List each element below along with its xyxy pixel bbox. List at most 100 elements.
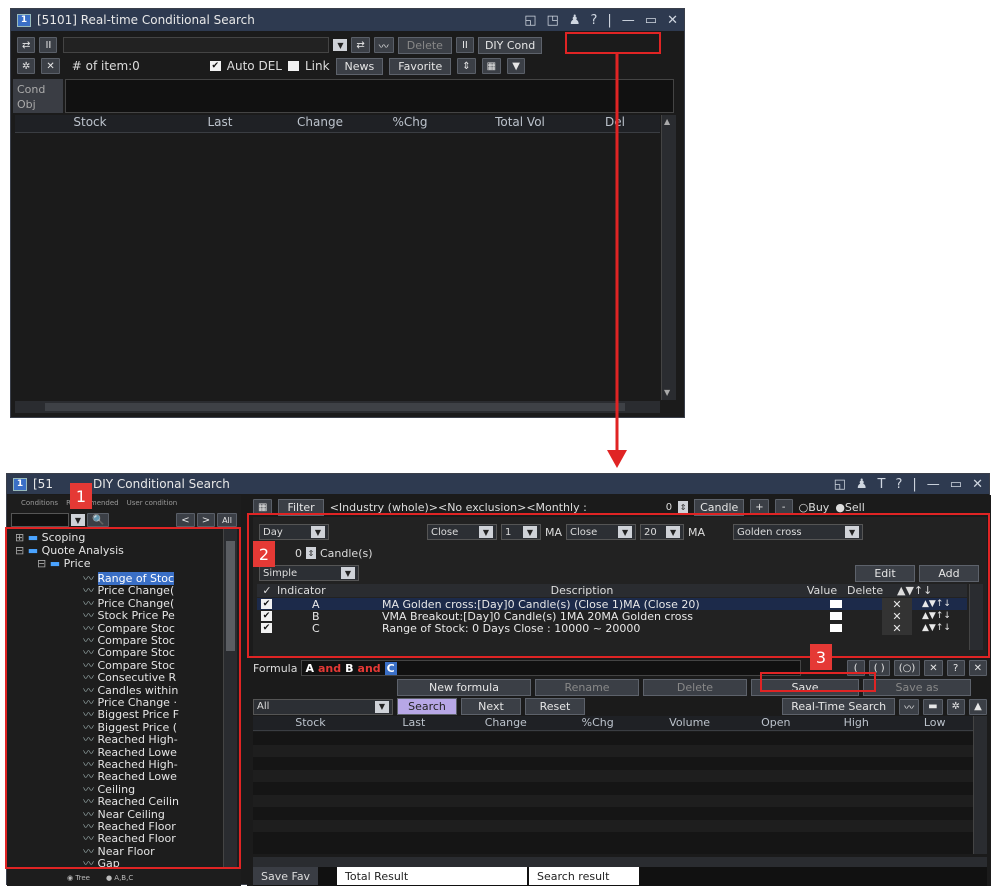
minimize2-icon[interactable]: —	[927, 477, 940, 492]
help2-icon[interactable]: ?	[896, 477, 903, 492]
rcol-stock[interactable]: Stock	[253, 716, 368, 730]
formula-close-button[interactable]: ✕	[968, 660, 987, 676]
chevron-down-icon[interactable]: ▼	[333, 39, 348, 51]
radio-abc[interactable]: ● A,B,C	[106, 874, 133, 882]
vertical-scrollbar[interactable]: ▲ ▼	[661, 115, 676, 400]
rcol-high[interactable]: High	[816, 716, 896, 730]
scope-arrow-icon: ▼	[375, 700, 389, 713]
tab-search-result[interactable]: Search result	[529, 867, 639, 885]
maximize-icon[interactable]: ▭	[645, 13, 657, 28]
collapse-icon[interactable]: ▲	[969, 698, 987, 715]
tab-save-fav[interactable]: Save Fav	[253, 867, 319, 885]
col-change[interactable]: Change	[275, 115, 365, 132]
delete-formula-button[interactable]: Delete	[643, 679, 747, 696]
swap-icon[interactable]: ⇄	[17, 37, 36, 53]
badge-1: 1	[70, 483, 92, 509]
save-as-button[interactable]: Save as	[863, 679, 971, 696]
col-last[interactable]: Last	[165, 115, 275, 132]
prev-button[interactable]: <	[176, 513, 195, 527]
close2-icon[interactable]: ✕	[972, 477, 983, 492]
reset-button[interactable]: Reset	[525, 698, 585, 715]
diy-cond-button[interactable]: DIY Cond	[477, 36, 543, 54]
hscroll-thumb[interactable]	[45, 403, 625, 411]
rcol-low[interactable]: Low	[896, 716, 973, 730]
scope-select[interactable]: All ▼	[253, 698, 393, 715]
formula-help-button[interactable]: ?	[946, 660, 965, 676]
tile-icon[interactable]: ◳	[547, 13, 559, 28]
result-scrollbar[interactable]	[973, 716, 987, 854]
radio-buy[interactable]: ○Buy	[799, 501, 830, 514]
paren-circle-button[interactable]: (○)	[893, 660, 921, 676]
left-dropdown-icon[interactable]: ▼	[71, 514, 85, 526]
grid-icon[interactable]: ▬	[923, 698, 943, 715]
chart-icon[interactable]: 〰	[373, 37, 394, 53]
chart2-icon[interactable]: 〰	[899, 698, 920, 715]
rcol-open[interactable]: Open	[736, 716, 816, 730]
title-bar: 1 [5101] Real-time Conditional Search ◱ …	[11, 9, 684, 31]
favorite-button[interactable]: Favorite	[389, 57, 452, 75]
radio-tree[interactable]: ◉ Tree	[67, 874, 90, 882]
pin-icon[interactable]: ♟	[569, 13, 581, 28]
gear-icon[interactable]: ✲	[17, 58, 36, 74]
minimize-icon[interactable]: —	[622, 13, 635, 28]
realtime-search-window: 1 [5101] Real-time Conditional Search ◱ …	[10, 8, 685, 418]
col-stock[interactable]: Stock	[15, 115, 165, 132]
next-result-button[interactable]: Next	[461, 698, 521, 715]
window-title-suffix: DIY Conditional Search	[92, 477, 230, 491]
filter-summary: <Industry (whole)><No exclusion><Monthly…	[329, 500, 587, 514]
link-checkbox[interactable]	[287, 61, 299, 71]
pin2-icon[interactable]: ♟	[856, 477, 868, 492]
clear-icon[interactable]: ✕	[41, 58, 60, 74]
rcol-pchg[interactable]: %Chg	[552, 716, 644, 730]
formula-input[interactable]: A and B and C	[301, 660, 802, 676]
layout-icon[interactable]: ▦	[481, 58, 502, 74]
result-hscrollbar[interactable]	[253, 857, 987, 867]
search-button[interactable]: Search	[397, 698, 457, 715]
autodel-checkbox[interactable]: ✔	[209, 61, 221, 71]
restore2-icon[interactable]: ◱	[834, 477, 846, 492]
new-formula-button[interactable]: New formula	[397, 679, 531, 696]
menu-arrow-icon[interactable]: ▼	[507, 58, 526, 74]
delete-button[interactable]: Delete	[397, 36, 452, 54]
window-number-2: 1	[13, 477, 27, 491]
cond-obj-field[interactable]	[65, 79, 674, 113]
bottom-tabs: Save Fav Total Result Search result	[253, 867, 987, 886]
highlight-params-panel	[247, 513, 990, 658]
candle-stepper[interactable]: ⇕	[678, 501, 689, 513]
pause2-button[interactable]: II	[455, 37, 474, 53]
left-search-input[interactable]	[11, 513, 69, 527]
radio-sell[interactable]: ●Sell	[835, 501, 864, 514]
rcol-change[interactable]: Change	[460, 716, 552, 730]
restore-icon[interactable]: ◱	[524, 13, 536, 28]
condition-select[interactable]	[63, 37, 330, 53]
col-totalvol[interactable]: Total Vol	[455, 115, 585, 132]
horizontal-scrollbar[interactable]	[15, 401, 660, 413]
realtime-search-button[interactable]: Real-Time Search	[782, 698, 896, 715]
news-button[interactable]: News	[335, 57, 384, 75]
result-body	[253, 732, 973, 854]
updown-icon[interactable]: ⇕	[457, 58, 476, 74]
formula-row: Formula A and B and C ( ( ) (○) ✕ ? ✕	[253, 659, 987, 677]
close-icon[interactable]: ✕	[667, 13, 678, 28]
pause-button[interactable]: II	[39, 37, 58, 53]
rename-button[interactable]: Rename	[535, 679, 639, 696]
rcol-volume[interactable]: Volume	[644, 716, 736, 730]
left-search-icon[interactable]: 🔍	[87, 513, 110, 527]
next-button[interactable]: >	[196, 513, 216, 527]
scroll-up-icon[interactable]: ▲	[664, 117, 674, 127]
font-icon[interactable]: T	[878, 477, 886, 492]
clear-formula-button[interactable]: ✕	[924, 660, 943, 676]
settings-icon[interactable]: ✲	[946, 698, 965, 715]
maximize2-icon[interactable]: ▭	[950, 477, 962, 492]
all-button[interactable]: All	[217, 513, 237, 527]
candle-count[interactable]: 0	[666, 502, 672, 513]
tab-conditions[interactable]: Conditions	[21, 499, 58, 511]
rcol-last[interactable]: Last	[368, 716, 460, 730]
col-pchg[interactable]: %Chg	[365, 115, 455, 132]
tab-total-result[interactable]: Total Result	[337, 867, 527, 885]
swap2-icon[interactable]: ⇄	[351, 37, 370, 53]
scroll-down-icon[interactable]: ▼	[664, 388, 674, 398]
left-tabs: Conditions Recommended User condition	[21, 499, 236, 511]
help-icon[interactable]: ?	[591, 13, 598, 28]
tab-user[interactable]: User condition	[127, 499, 178, 511]
